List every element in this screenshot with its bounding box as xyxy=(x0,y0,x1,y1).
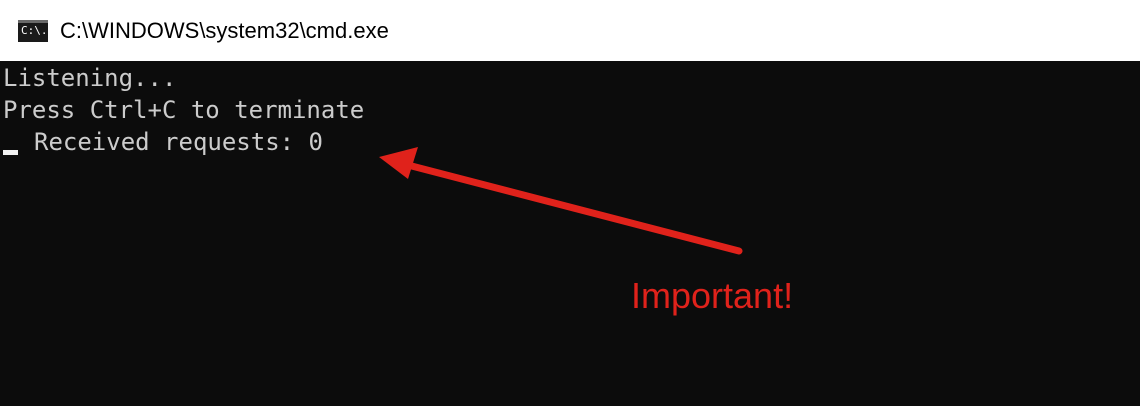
annotation-label: Important! xyxy=(631,275,794,316)
cmd-icon-label: C:\. xyxy=(21,24,48,37)
title-bar[interactable]: C:\. C:\WINDOWS\system32\cmd.exe xyxy=(0,0,1140,61)
cmd-window: C:\. C:\WINDOWS\system32\cmd.exe Listeni… xyxy=(0,0,1140,406)
window-title: C:\WINDOWS\system32\cmd.exe xyxy=(60,18,389,43)
annotation-arrow xyxy=(379,147,743,255)
cmd-icon[interactable]: C:\. xyxy=(18,20,48,42)
annotation-arrow-shaft xyxy=(400,160,743,255)
annotation-arrow-head xyxy=(379,147,418,179)
